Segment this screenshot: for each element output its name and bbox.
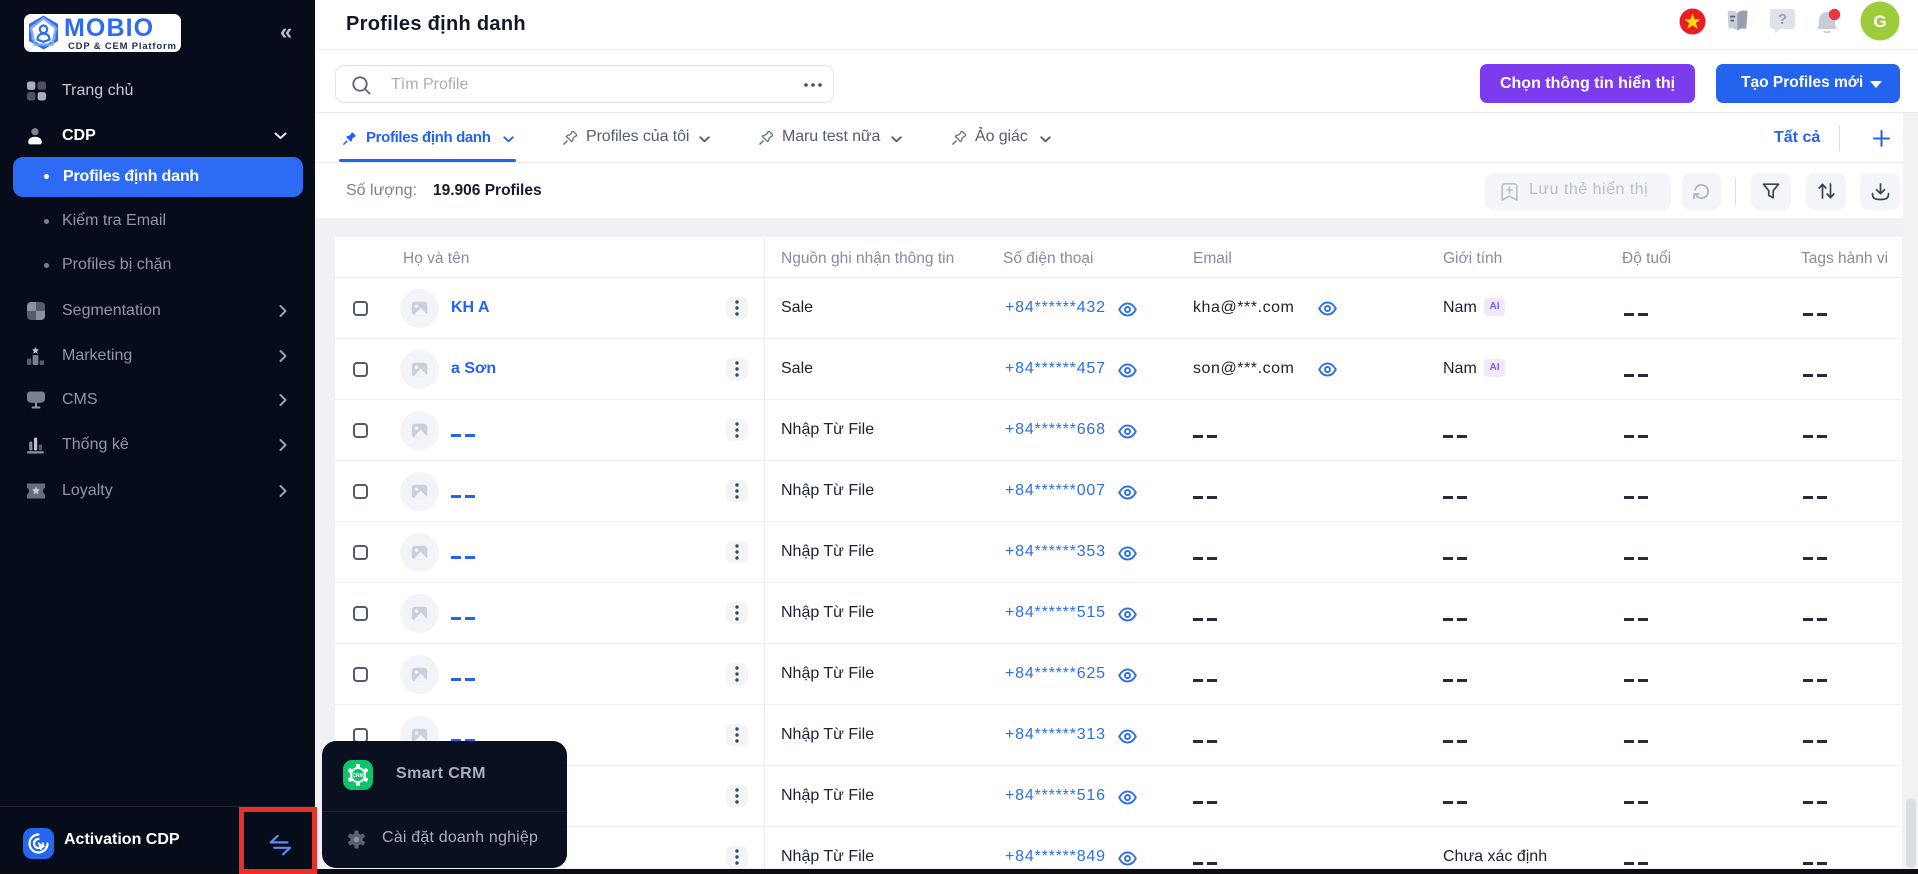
svg-text:CRM: CRM	[352, 773, 363, 779]
svg-text:?: ?	[1778, 11, 1787, 28]
svg-text:G: G	[1873, 12, 1886, 31]
